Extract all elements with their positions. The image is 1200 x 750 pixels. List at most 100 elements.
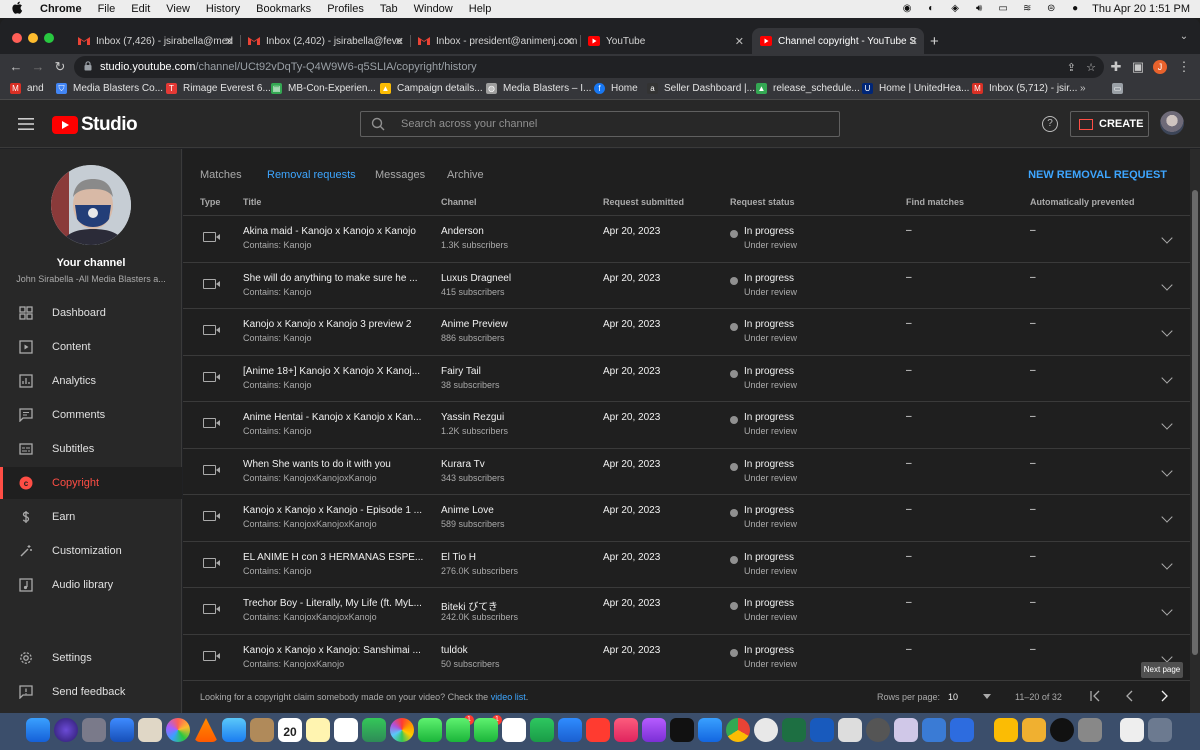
expand-chevron-icon[interactable] [1161, 371, 1173, 384]
sidebar-item-copyright[interactable]: c Copyright [0, 467, 182, 499]
request-title[interactable]: Anime Hentai - Kanojo x Kanojo x Kan... [243, 412, 421, 423]
table-row[interactable]: She will do anything to make sure he ...… [183, 263, 1190, 309]
menu-history[interactable]: History [206, 3, 240, 15]
browser-tab[interactable]: Inbox - president@animenj.com ✕ [410, 28, 580, 54]
scrollbar-thumb[interactable] [1192, 190, 1198, 655]
channel-name[interactable]: tuldok [441, 645, 468, 656]
menu-view[interactable]: View [166, 3, 190, 15]
bookmark-item[interactable]: ◍ Media Blasters – I... [486, 83, 591, 94]
request-title[interactable]: EL ANIME H con 3 HERMANAS ESPE... [243, 552, 423, 563]
app-icon[interactable] [1022, 718, 1046, 742]
notes-icon[interactable] [306, 718, 330, 742]
sidebar-icon[interactable]: ▣ [1130, 59, 1146, 75]
numbers-app-icon[interactable] [530, 718, 554, 742]
table-row[interactable]: Kanojo x Kanojo x Kanojo: Sanshimai ... C… [183, 635, 1190, 681]
system-preferences-icon[interactable] [866, 718, 890, 742]
tab-archive[interactable]: Archive [447, 169, 484, 181]
podcasts-icon[interactable] [642, 718, 666, 742]
reminders-icon[interactable] [334, 718, 358, 742]
share-icon[interactable]: ⇪ [1067, 61, 1076, 74]
close-tab-icon[interactable]: ✕ [909, 35, 918, 48]
table-row[interactable]: [Anime 18+] Kanojo X Kanojo X Kanoj... Co… [183, 356, 1190, 402]
table-row[interactable]: Kanojo x Kanojo x Kanojo 3 preview 2 Cont… [183, 309, 1190, 356]
sidebar-item-send-feedback[interactable]: Send feedback [0, 676, 182, 708]
word-icon[interactable] [810, 718, 834, 742]
chrome-icon[interactable] [726, 718, 750, 742]
hamburger-menu-icon[interactable] [18, 117, 34, 130]
expand-chevron-icon[interactable] [1161, 557, 1173, 570]
expand-chevron-icon[interactable] [1161, 232, 1173, 244]
close-tab-icon[interactable]: ✕ [225, 35, 234, 48]
channel-name[interactable]: Anime Preview [441, 319, 508, 330]
bookmark-item[interactable]: a Seller Dashboard |... [647, 83, 755, 94]
bookmark-item[interactable]: U Home | UnitedHea... [862, 83, 969, 94]
app-icon[interactable] [950, 718, 974, 742]
battery-icon[interactable]: ▭ [996, 3, 1010, 15]
studio-logo[interactable]: Studio [52, 114, 138, 136]
excel-icon[interactable] [782, 718, 806, 742]
bookmark-star-icon[interactable]: ☆ [1086, 61, 1096, 74]
channel-name[interactable]: Anime Love [441, 505, 494, 516]
maps-icon[interactable] [362, 718, 386, 742]
menu-profiles[interactable]: Profiles [327, 3, 364, 15]
table-row[interactable]: Trechor Boy - Literally, My Life (ft. My… [183, 588, 1190, 635]
bookmark-item[interactable]: M Inbox (5,712) - jsir... [972, 83, 1077, 94]
close-tab-icon[interactable]: ✕ [735, 35, 744, 48]
request-title[interactable]: [Anime 18+] Kanojo X Kanojo X Kanoj... [243, 366, 420, 377]
messages-icon[interactable] [418, 718, 442, 742]
sidebar-item-content[interactable]: Content [0, 331, 182, 363]
music-icon[interactable] [614, 718, 638, 742]
bookmark-item[interactable]: T Rimage Everest 6... [166, 83, 271, 94]
tab-matches[interactable]: Matches [200, 169, 242, 181]
menu-help[interactable]: Help [469, 3, 492, 15]
browser-tab[interactable]: YouTube ✕ [580, 28, 750, 54]
expand-chevron-icon[interactable] [1161, 650, 1173, 663]
expand-chevron-icon[interactable] [1161, 511, 1173, 523]
table-row[interactable]: EL ANIME H con 3 HERMANAS ESPE... Contain… [183, 542, 1190, 588]
request-title[interactable]: Akina maid - Kanojo x Kanojo x Kanojo [243, 226, 416, 237]
bookmarks-overflow-icon[interactable]: » [1080, 83, 1086, 94]
tab-messages[interactable]: Messages [375, 169, 425, 181]
sidebar-item-analytics[interactable]: Analytics [0, 365, 182, 397]
bookmark-item[interactable]: ▲ Campaign details... [380, 83, 483, 94]
channel-name[interactable]: Yassin Rezgui [441, 412, 504, 423]
new-removal-request-button[interactable]: NEW REMOVAL REQUEST [1028, 169, 1167, 181]
zoom-window-button[interactable] [44, 33, 54, 43]
menu-tab[interactable]: Tab [380, 3, 398, 15]
app-icon[interactable] [838, 718, 862, 742]
control-center-icon[interactable]: ⊜ [1044, 3, 1058, 15]
minimize-window-button[interactable] [28, 33, 38, 43]
next-page-icon[interactable] [1158, 690, 1170, 704]
extensions-icon[interactable]: ✚ [1108, 59, 1124, 75]
volume-icon[interactable]: 🔊︎ [972, 3, 986, 15]
expand-chevron-icon[interactable] [1161, 278, 1173, 291]
phone-icon[interactable] [474, 718, 498, 742]
other-bookmarks[interactable]: ▭ [1112, 83, 1129, 94]
apple-icon[interactable] [12, 1, 26, 17]
menu-edit[interactable]: Edit [131, 3, 150, 15]
address-bar[interactable]: studio.youtube.com/channel/UCt92vDqTy-Q4… [74, 56, 1104, 78]
app-icon[interactable] [1078, 718, 1102, 742]
browser-tab[interactable]: Inbox (2,402) - jsirabella@feve ✕ [240, 28, 410, 54]
rows-per-page-dropdown-icon[interactable] [983, 692, 991, 702]
menu-window[interactable]: Window [414, 3, 453, 15]
channel-name[interactable]: Anderson [441, 226, 484, 237]
keynote-icon[interactable] [558, 718, 582, 742]
table-row[interactable]: Kanojo x Kanojo x Kanojo - Episode 1 ...… [183, 495, 1190, 542]
channel-name[interactable]: Kurara Tv [441, 459, 485, 470]
browser-tab-active[interactable]: Channel copyright - YouTube S ✕ [752, 28, 924, 54]
documents-icon[interactable] [1120, 718, 1144, 742]
request-title[interactable]: Kanojo x Kanojo x Kanojo: Sanshimai ... [243, 645, 421, 656]
sidebar-item-comments[interactable]: Comments [0, 399, 182, 431]
xcode-store-icon[interactable] [698, 718, 722, 742]
app-icon[interactable] [894, 718, 918, 742]
mail-icon[interactable] [222, 718, 246, 742]
channel-name[interactable]: Fairy Tail [441, 366, 481, 377]
browser-tab[interactable]: Inbox (7,426) - jsirabella@med ✕ [70, 28, 240, 54]
facetime-icon[interactable] [446, 718, 470, 742]
request-title[interactable]: Kanojo x Kanojo x Kanojo 3 preview 2 [243, 319, 411, 330]
tab-removal-requests[interactable]: Removal requests [267, 169, 356, 181]
expand-chevron-icon[interactable] [1161, 464, 1173, 477]
request-title[interactable]: Trechor Boy - Literally, My Life (ft. My… [243, 598, 422, 609]
bookmark-item[interactable]: ▤ MB-Con-Experien... [271, 83, 376, 94]
